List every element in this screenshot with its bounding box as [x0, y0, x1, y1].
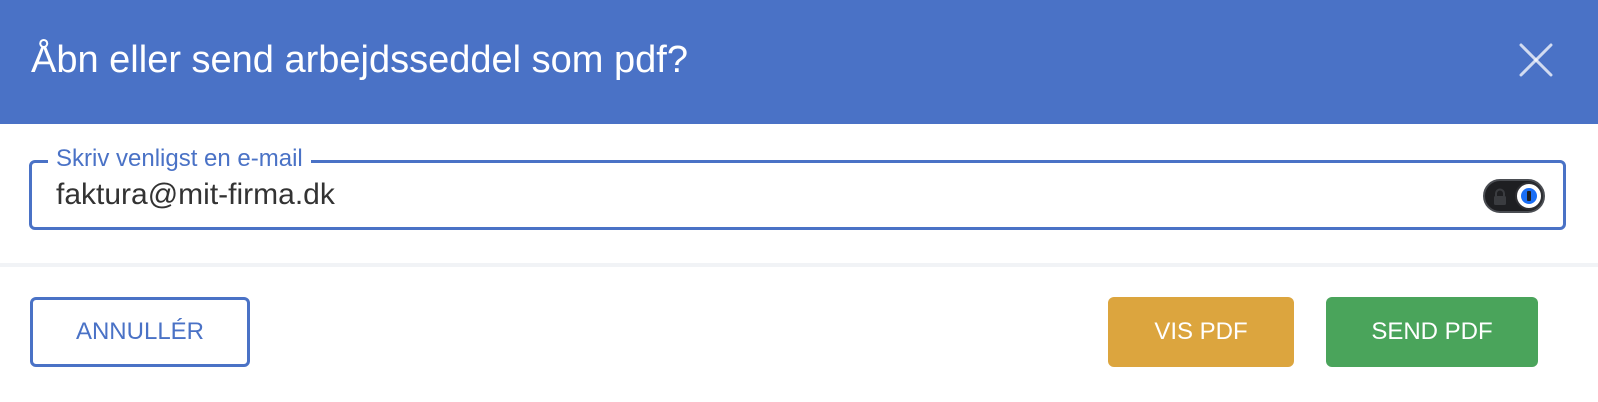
send-pdf-button[interactable]: SEND PDF [1326, 297, 1538, 367]
footer-divider [0, 263, 1598, 267]
view-pdf-button[interactable]: VIS PDF [1108, 297, 1294, 367]
cancel-button[interactable]: ANNULLÉR [30, 297, 250, 367]
close-icon[interactable] [1514, 38, 1558, 82]
lock-icon [1494, 188, 1506, 205]
password-manager-knob [1515, 182, 1543, 210]
pdf-dialog: Åbn eller send arbejdsseddel som pdf? Sk… [0, 0, 1598, 402]
email-input[interactable] [52, 173, 1440, 217]
email-field: Skriv venligst en e-mail [29, 145, 1566, 230]
email-field-label: Skriv venligst en e-mail [48, 145, 311, 173]
dialog-title: Åbn eller send arbejdsseddel som pdf? [31, 39, 688, 81]
password-manager-icon[interactable] [1483, 179, 1545, 213]
dialog-header: Åbn eller send arbejdsseddel som pdf? [0, 0, 1598, 124]
